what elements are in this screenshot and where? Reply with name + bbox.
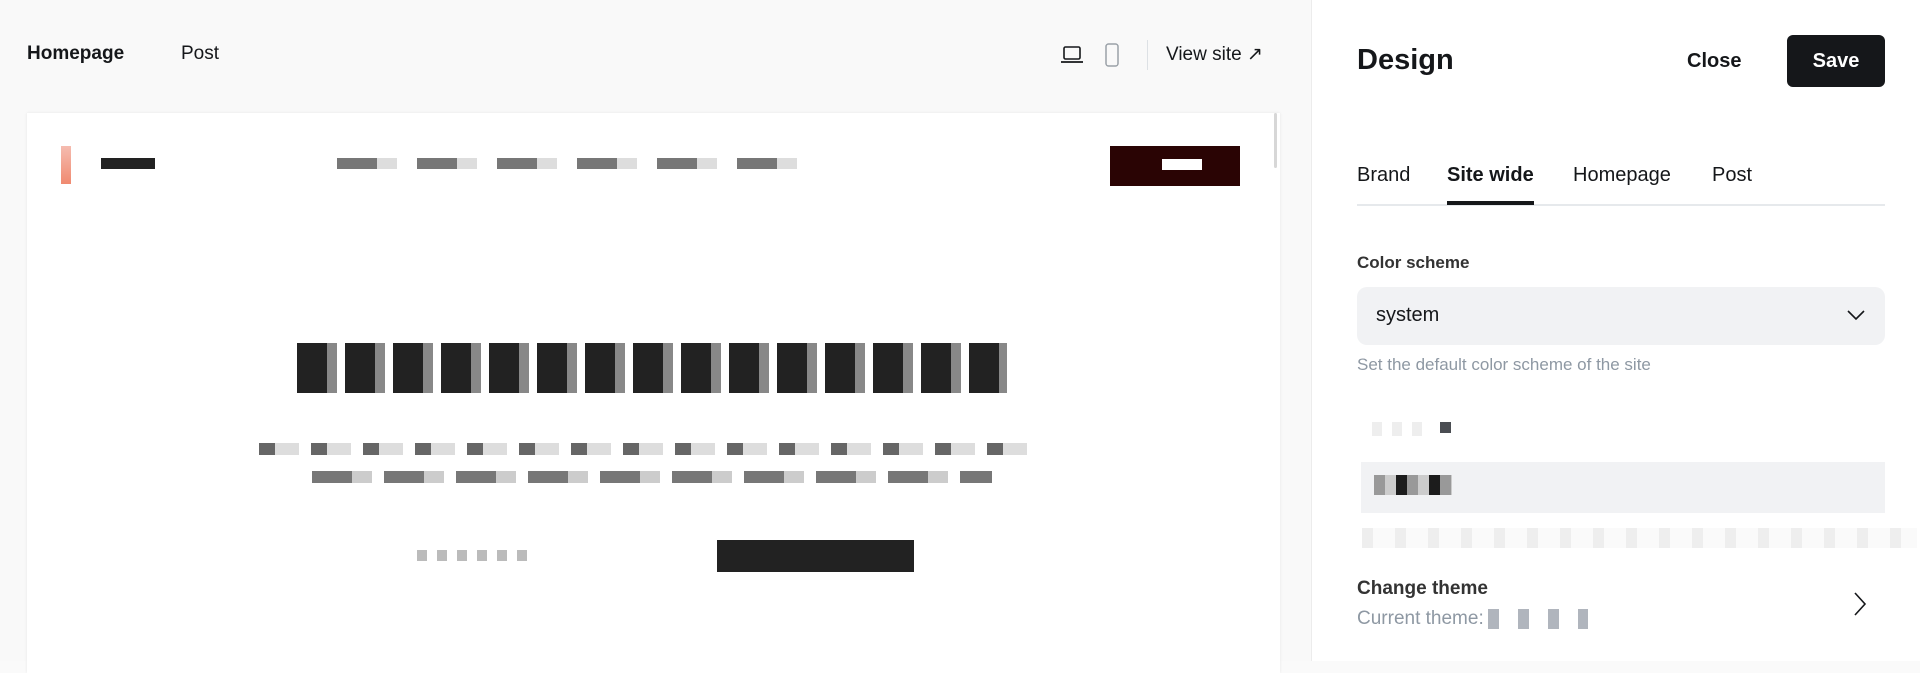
color-scheme-select[interactable]: system	[1357, 287, 1885, 345]
hero-subscribe-button	[717, 540, 914, 572]
tab-post[interactable]: Post	[1712, 164, 1752, 201]
preview-tab-post[interactable]: Post	[181, 43, 219, 65]
site-nav-blurred	[337, 158, 807, 169]
site-preview	[27, 113, 1280, 673]
current-theme-prefix: Current theme:	[1357, 608, 1484, 629]
color-scheme-value: system	[1376, 304, 1440, 326]
tab-brand[interactable]: Brand	[1357, 164, 1410, 201]
mobile-icon[interactable]	[1104, 42, 1120, 68]
site-button-label-blurred	[1162, 159, 1202, 170]
current-theme: Current theme:	[1357, 608, 1588, 630]
design-panel: Design Close Save Brand Site wide Homepa…	[1311, 0, 1920, 661]
view-site-link[interactable]: View site ↗	[1166, 43, 1263, 66]
hero-subtitle-blurred-2	[312, 471, 992, 483]
site-logo	[61, 146, 71, 184]
blurred-row-text-2	[1362, 528, 1917, 548]
email-input-blurred	[417, 550, 532, 561]
arrow-up-right-icon: ↗	[1246, 44, 1263, 65]
chevron-right-icon[interactable]	[1852, 590, 1868, 618]
view-site-label: View site	[1166, 44, 1242, 65]
preview-scrollbar[interactable]	[1274, 113, 1277, 168]
save-button[interactable]: Save	[1787, 35, 1885, 87]
close-button[interactable]: Close	[1687, 50, 1741, 73]
blurred-setting-label	[1372, 422, 1432, 436]
hero-title-blurred	[297, 343, 1007, 393]
change-theme-label[interactable]: Change theme	[1357, 578, 1488, 600]
site-name-blurred	[101, 158, 155, 169]
color-scheme-label: Color scheme	[1357, 253, 1470, 272]
current-theme-name-blurred	[1487, 608, 1588, 629]
hero-subtitle-blurred	[259, 443, 1039, 455]
blurred-mark	[1440, 422, 1451, 433]
divider	[1147, 40, 1148, 70]
chevron-down-icon	[1847, 310, 1865, 321]
tab-site-wide[interactable]: Site wide	[1447, 164, 1534, 205]
laptop-icon[interactable]	[1060, 44, 1084, 66]
design-tabs: Brand Site wide Homepage Post	[1357, 162, 1885, 206]
preview-area: Homepage Post View site ↗	[0, 0, 1311, 673]
blurred-row-text	[1374, 475, 1452, 495]
panel-title: Design	[1357, 44, 1454, 76]
tab-homepage[interactable]: Homepage	[1573, 164, 1671, 201]
color-scheme-help: Set the default color scheme of the site	[1357, 355, 1651, 374]
preview-tab-homepage[interactable]: Homepage	[27, 43, 124, 65]
